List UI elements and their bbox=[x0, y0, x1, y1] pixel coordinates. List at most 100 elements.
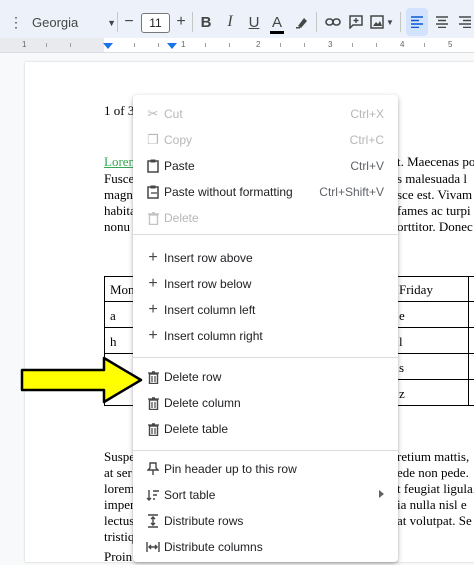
align-left-icon bbox=[411, 16, 423, 28]
divider bbox=[316, 12, 317, 32]
menu-item-label: Delete row bbox=[164, 370, 222, 384]
menu-separator bbox=[133, 357, 398, 358]
clipboard-plain-icon bbox=[145, 184, 161, 200]
chevron-down-icon: ▼ bbox=[107, 18, 116, 28]
doc-text: imper bbox=[104, 497, 135, 512]
first-line-indent-marker[interactable] bbox=[167, 43, 177, 49]
table-cell[interactable]: h bbox=[110, 334, 117, 350]
ruler-label: 1 bbox=[181, 40, 186, 49]
menu-item-label: Sort table bbox=[164, 488, 216, 502]
menu-item-label: Insert column left bbox=[164, 303, 256, 317]
doc-text: Suspe bbox=[104, 449, 136, 464]
trash-icon bbox=[145, 421, 161, 437]
doc-text: at volutpat. Se bbox=[397, 513, 472, 528]
doc-text: orttitor. Donec bbox=[397, 219, 473, 234]
menu-item-delete-column[interactable]: Delete column bbox=[133, 390, 398, 416]
menu-item-label: Pin header up to this row bbox=[164, 462, 297, 476]
ruler-tick bbox=[70, 43, 71, 47]
ruler-label: 1 bbox=[22, 40, 27, 49]
table-cell[interactable]: e bbox=[399, 308, 405, 324]
menu-item-label: Delete bbox=[164, 211, 199, 225]
doc-text: ede non pede. bbox=[397, 465, 469, 480]
doc-text: at ser bbox=[104, 465, 132, 480]
menu-item-pin-header[interactable]: Pin header up to this row bbox=[133, 456, 398, 482]
doc-text: fames ac turpi bbox=[397, 203, 471, 218]
menu-item-label: Cut bbox=[164, 107, 183, 121]
image-icon bbox=[370, 15, 384, 29]
pin-icon bbox=[145, 461, 161, 477]
divider bbox=[400, 12, 401, 32]
distribute-columns-icon bbox=[145, 539, 161, 555]
menu-item-delete-row[interactable]: Delete row bbox=[133, 364, 398, 390]
align-center-icon bbox=[436, 16, 448, 28]
plus-icon: + bbox=[148, 249, 158, 266]
doc-text: tristiq bbox=[104, 529, 135, 544]
table-cell[interactable]: z bbox=[399, 386, 405, 402]
ruler[interactable]: 1 1 2 3 4 5 bbox=[0, 38, 474, 53]
font-size-input[interactable]: 11 bbox=[141, 13, 170, 33]
link-icon bbox=[325, 18, 341, 26]
context-menu: ✂ Cut Ctrl+X ❐ Copy Ctrl+C Paste Ctrl+V … bbox=[133, 95, 398, 562]
menu-item-delete[interactable]: Delete bbox=[133, 205, 398, 231]
doc-text: lectus bbox=[104, 513, 135, 528]
sort-icon bbox=[145, 487, 161, 503]
doc-text: habita bbox=[104, 203, 136, 218]
menu-item-distribute-rows[interactable]: Distribute rows bbox=[133, 508, 398, 534]
plus-icon: + bbox=[148, 301, 158, 318]
ruler-tick bbox=[229, 43, 230, 47]
distribute-rows-icon bbox=[145, 513, 161, 529]
ruler-label: 4 bbox=[400, 40, 405, 49]
table-cell[interactable]: Mon bbox=[110, 282, 135, 298]
ruler-tick bbox=[304, 43, 305, 47]
table-cell[interactable]: l bbox=[399, 334, 403, 350]
menu-item-label: Distribute rows bbox=[164, 514, 244, 528]
scissors-icon: ✂ bbox=[147, 106, 159, 121]
text-color-swatch bbox=[270, 31, 284, 34]
menu-item-label: Delete column bbox=[164, 396, 241, 410]
menu-item-insert-row-below[interactable]: + Insert row below bbox=[133, 271, 398, 297]
menu-item-label: Delete table bbox=[164, 422, 229, 436]
menu-item-label: Insert row below bbox=[164, 277, 252, 291]
ruler-tick bbox=[352, 43, 353, 47]
ruler-tick bbox=[158, 43, 159, 47]
doc-text: Fusce bbox=[104, 171, 135, 186]
menu-item-label: Paste bbox=[164, 159, 195, 173]
table-cell[interactable]: a bbox=[110, 308, 116, 324]
menu-item-shortcut: Ctrl+C bbox=[349, 133, 384, 147]
text-color-label: A bbox=[271, 13, 282, 31]
menu-separator bbox=[133, 450, 398, 451]
divider bbox=[192, 12, 193, 32]
menu-item-paste[interactable]: Paste Ctrl+V bbox=[133, 153, 398, 179]
menu-item-sort-table[interactable]: Sort table bbox=[133, 482, 398, 508]
menu-item-insert-column-left[interactable]: + Insert column left bbox=[133, 297, 398, 323]
menu-item-label: Insert row above bbox=[164, 251, 253, 265]
ruler-tick bbox=[280, 43, 281, 47]
menu-item-label: Distribute columns bbox=[164, 540, 263, 554]
ruler-label: 3 bbox=[328, 40, 333, 49]
menu-item-copy[interactable]: ❐ Copy Ctrl+C bbox=[133, 127, 398, 153]
submenu-arrow-icon bbox=[379, 490, 384, 498]
menu-item-paste-without-formatting[interactable]: Paste without formatting Ctrl+Shift+V bbox=[133, 179, 398, 205]
left-indent-marker[interactable] bbox=[103, 43, 113, 49]
menu-item-insert-row-above[interactable]: + Insert row above bbox=[133, 245, 398, 271]
ruler-tick bbox=[424, 43, 425, 47]
ruler-tick bbox=[46, 43, 47, 47]
chevron-down-icon: ▼ bbox=[386, 17, 394, 27]
plus-icon: + bbox=[148, 327, 158, 344]
menu-item-shortcut: Ctrl+X bbox=[350, 107, 384, 121]
doc-text: magn bbox=[104, 187, 133, 202]
doc-text: t feugiat ligula. bbox=[397, 481, 474, 496]
menu-item-cut[interactable]: ✂ Cut Ctrl+X bbox=[133, 101, 398, 127]
ruler-margin-left bbox=[0, 38, 104, 52]
page-counter: 1 of 3 bbox=[104, 103, 135, 118]
align-left-button[interactable] bbox=[406, 8, 428, 36]
menu-separator bbox=[133, 234, 398, 235]
table-cell[interactable]: Friday bbox=[399, 282, 433, 298]
menu-item-label: Insert column right bbox=[164, 329, 263, 343]
menu-item-insert-column-right[interactable]: + Insert column right bbox=[133, 323, 398, 349]
table-border bbox=[468, 276, 469, 406]
menu-item-distribute-columns[interactable]: Distribute columns bbox=[133, 534, 398, 560]
menu-item-delete-table[interactable]: Delete table bbox=[133, 416, 398, 442]
trash-icon bbox=[145, 395, 161, 411]
table-cell[interactable]: s bbox=[399, 360, 404, 376]
